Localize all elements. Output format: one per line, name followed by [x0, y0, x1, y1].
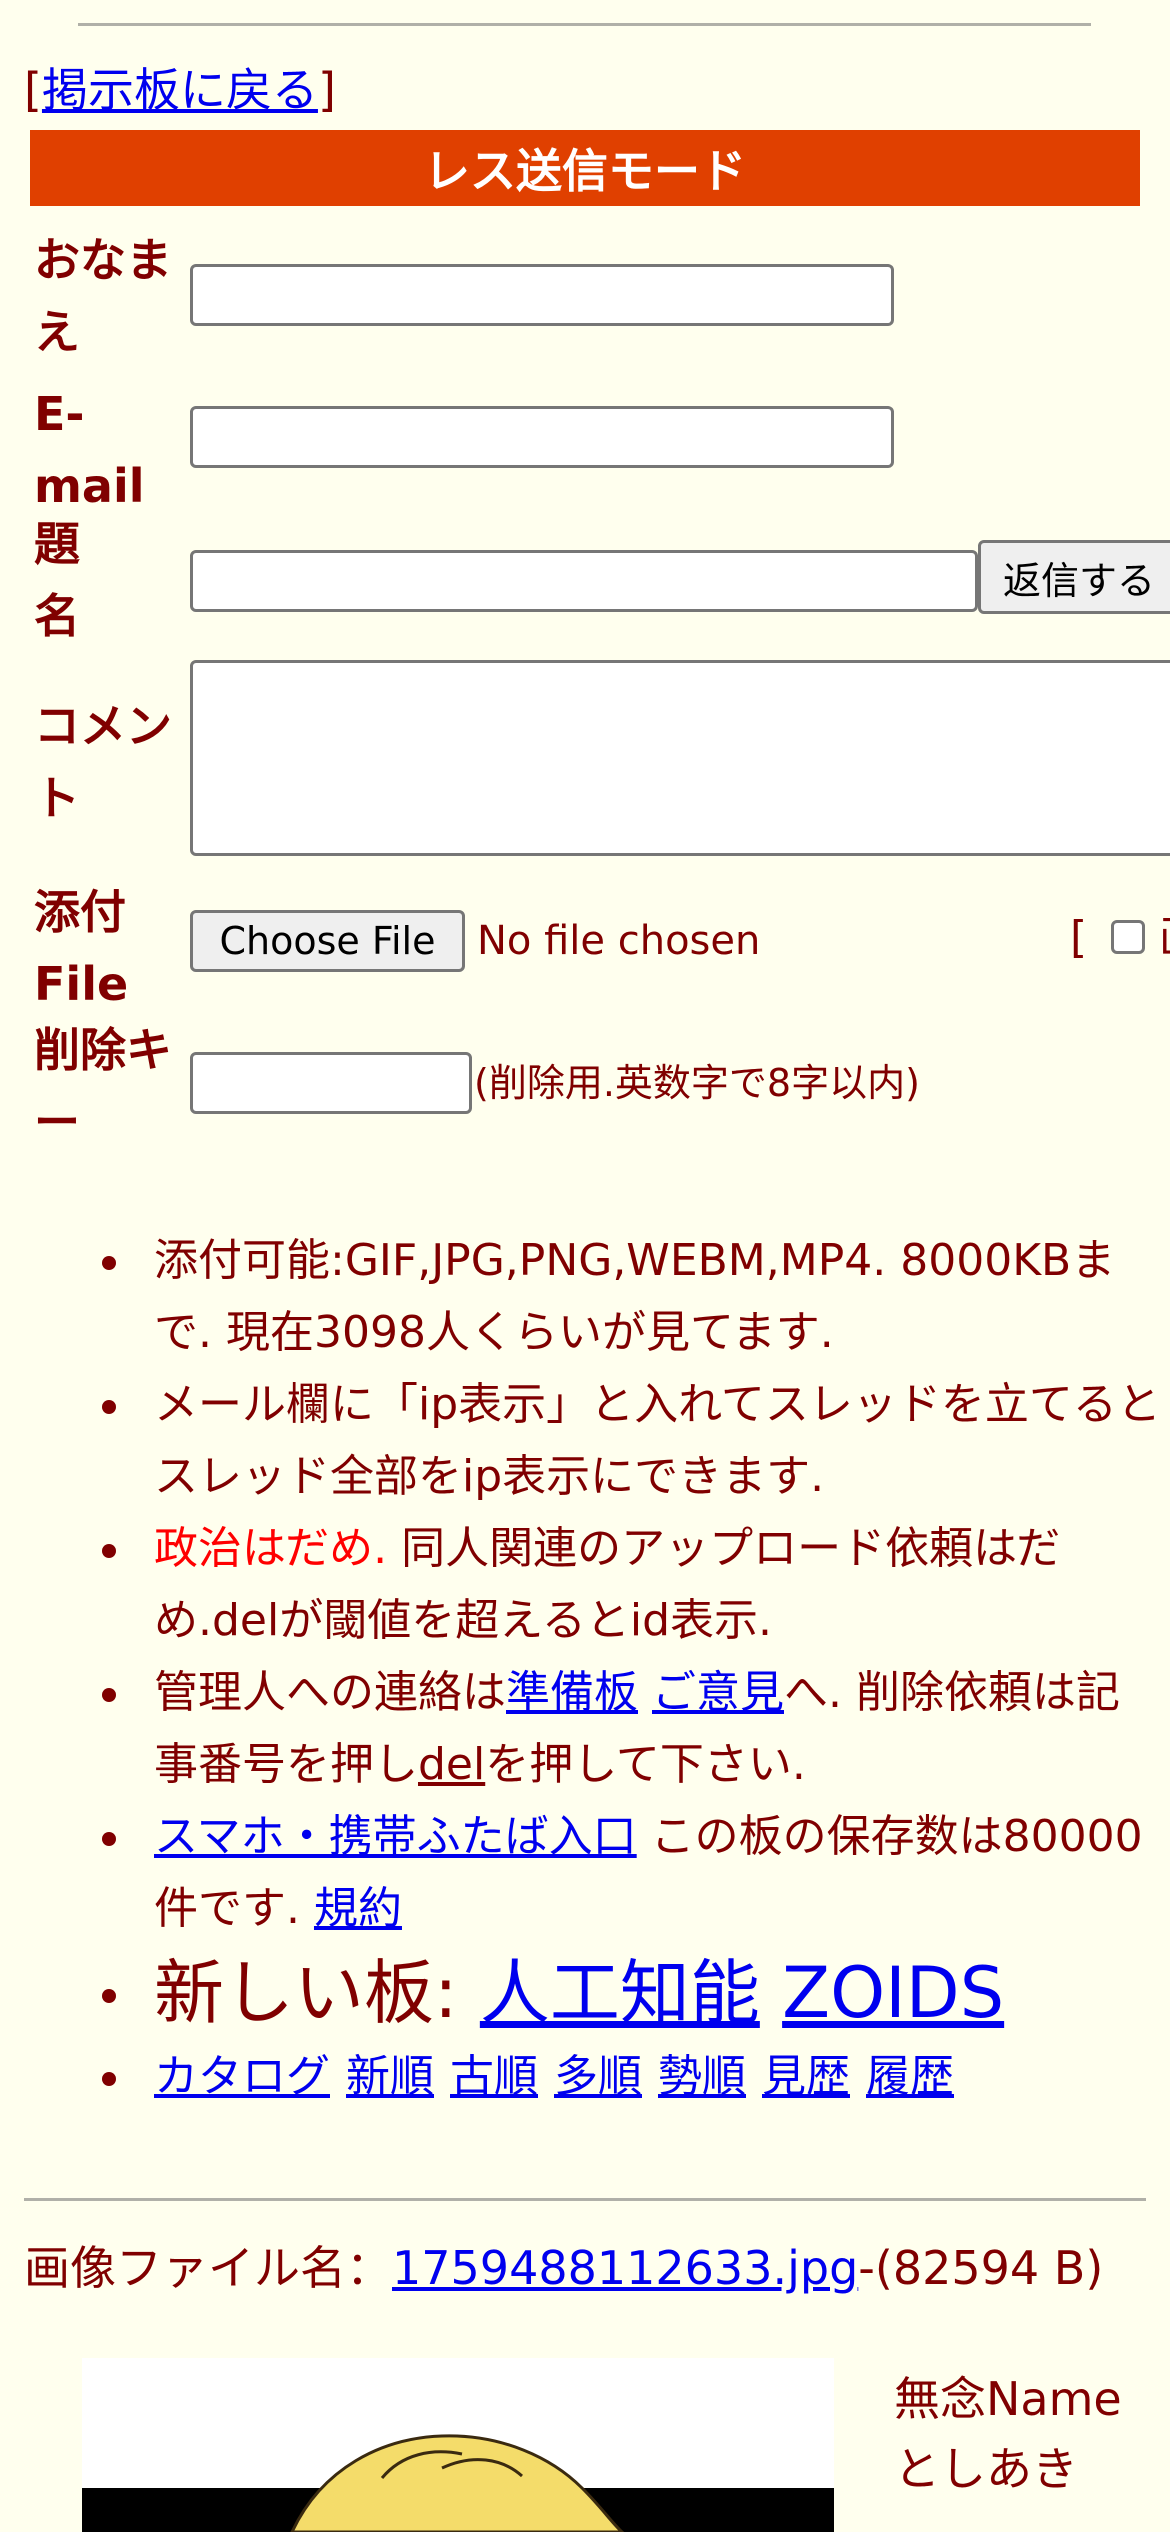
- notice-contact-text: 管理人への連絡は: [154, 1667, 506, 1718]
- sort-newest-link[interactable]: 新順: [346, 2051, 434, 2102]
- name-input[interactable]: [190, 264, 894, 326]
- bullet-dot: [102, 1544, 116, 1558]
- notice-list: 添付可能:GIF,JPG,PNG,WEBM,MP4. 8000KBまで. 現在3…: [92, 1225, 1162, 2113]
- terms-link[interactable]: 規約: [314, 1883, 402, 1934]
- post-name: 無念Name: [894, 2372, 1122, 2426]
- bullet-dot: [102, 1256, 116, 1270]
- email-label: E-mail: [34, 387, 145, 513]
- post-file-info: 画像ファイル名：1759488112633.jpg-(82594 B): [24, 2238, 1144, 2298]
- sort-oldest-link[interactable]: 古順: [450, 2051, 538, 2102]
- list-item: メール欄に「ip表示」と入れてスレッドを立てるとスレッド全部をip表示にできます…: [92, 1369, 1162, 1513]
- list-item: スマホ・携帯ふたば入口 この板の保存数は80000件です. 規約: [92, 1801, 1162, 1945]
- bullet-dot: [102, 1688, 116, 1702]
- reply-mode-title: レス送信モード: [424, 144, 746, 198]
- zoids-board-link[interactable]: ZOIDS: [782, 1952, 1004, 2034]
- reply-submit-button[interactable]: 返信する: [978, 540, 1170, 614]
- prep-board-link[interactable]: 準備板: [506, 1667, 638, 1718]
- post-image-art: [82, 2358, 834, 2532]
- view-history-link[interactable]: 見歴: [762, 2051, 850, 2102]
- back-to-board-link[interactable]: 掲示板に戻る: [42, 63, 318, 117]
- sort-momentum-link[interactable]: 勢順: [658, 2051, 746, 2102]
- image-option-checkbox[interactable]: [1111, 920, 1146, 954]
- del-link[interactable]: del: [418, 1739, 485, 1790]
- bullet-dot: [102, 2072, 116, 2086]
- list-item: 管理人への連絡は準備板 ご意見へ. 削除依頼は記事番号を押しdelを押して下さい…: [92, 1657, 1162, 1801]
- bullet-dot: [102, 1832, 116, 1846]
- subject-label: 題名: [34, 517, 80, 643]
- notice-delete-end: を押して下さい.: [485, 1739, 806, 1790]
- back-link-row: [掲示板に戻る]: [24, 58, 336, 122]
- bullet-dot: [102, 1400, 116, 1414]
- mobile-entrance-link[interactable]: スマホ・携帯ふたば入口: [154, 1811, 637, 1862]
- delete-key-label: 削除キー: [34, 1023, 172, 1149]
- bullet-dot: [102, 1989, 116, 2003]
- new-boards-text: 新しい板:: [154, 1952, 480, 2034]
- catalog-link[interactable]: カタログ: [154, 2051, 330, 2102]
- post-user: としあき: [894, 2442, 1078, 2496]
- section-divider: [24, 2198, 1146, 2201]
- notice-attachment-info: 添付可能:GIF,JPG,PNG,WEBM,MP4. 8000KBまで. 現在3…: [154, 1235, 1116, 1358]
- subject-input[interactable]: [190, 550, 978, 612]
- history-link[interactable]: 履歴: [866, 2051, 954, 2102]
- sort-most-link[interactable]: 多順: [554, 2051, 642, 2102]
- post-image[interactable]: [82, 2358, 834, 2532]
- post-file-link[interactable]: 1759488112633.jpg: [392, 2241, 858, 2295]
- list-item: カタログ 新順 古順 多順 勢順 見歴 履歴: [92, 2041, 1162, 2113]
- name-label: おなまえ: [34, 233, 172, 359]
- back-link-open: [: [24, 63, 42, 117]
- list-item: 添付可能:GIF,JPG,PNG,WEBM,MP4. 8000KBまで. 現在3…: [92, 1225, 1162, 1369]
- comment-label: コメント: [34, 699, 172, 825]
- feedback-link[interactable]: ご意見: [652, 1667, 784, 1718]
- list-item: 政治はだめ. 同人関連のアップロード依頼はだめ.delが閾値を超えるとid表示.: [92, 1513, 1162, 1657]
- ai-board-link[interactable]: 人工知能: [480, 1952, 760, 2034]
- post-file-size: -(82594 B): [858, 2241, 1104, 2295]
- list-item: 新しい板: 人工知能 ZOIDS: [92, 1945, 1162, 2041]
- notice-politics-warning: 政治はだめ.: [154, 1523, 388, 1574]
- email-input[interactable]: [190, 406, 894, 468]
- top-divider: [78, 23, 1091, 26]
- image-option-bracket: [: [1070, 912, 1088, 963]
- reply-mode-banner: レス送信モード: [30, 130, 1140, 206]
- post-file-label: 画像ファイル名：: [24, 2241, 392, 2295]
- choose-file-button[interactable]: Choose File: [190, 910, 465, 972]
- image-option-label: 画: [1159, 912, 1170, 963]
- delete-key-hint: (削除用.英数字で8字以内): [474, 1061, 920, 1105]
- no-file-text: No file chosen: [477, 918, 761, 964]
- notice-ip-info: メール欄に「ip表示」と入れてスレッドを立てるとスレッド全部をip表示にできます…: [154, 1379, 1161, 1502]
- back-link-close: ]: [317, 63, 336, 117]
- image-option: [ 画: [1070, 908, 1170, 968]
- delete-key-input[interactable]: [190, 1052, 472, 1114]
- comment-textarea[interactable]: [190, 660, 1170, 856]
- file-label: 添付File: [34, 885, 129, 1011]
